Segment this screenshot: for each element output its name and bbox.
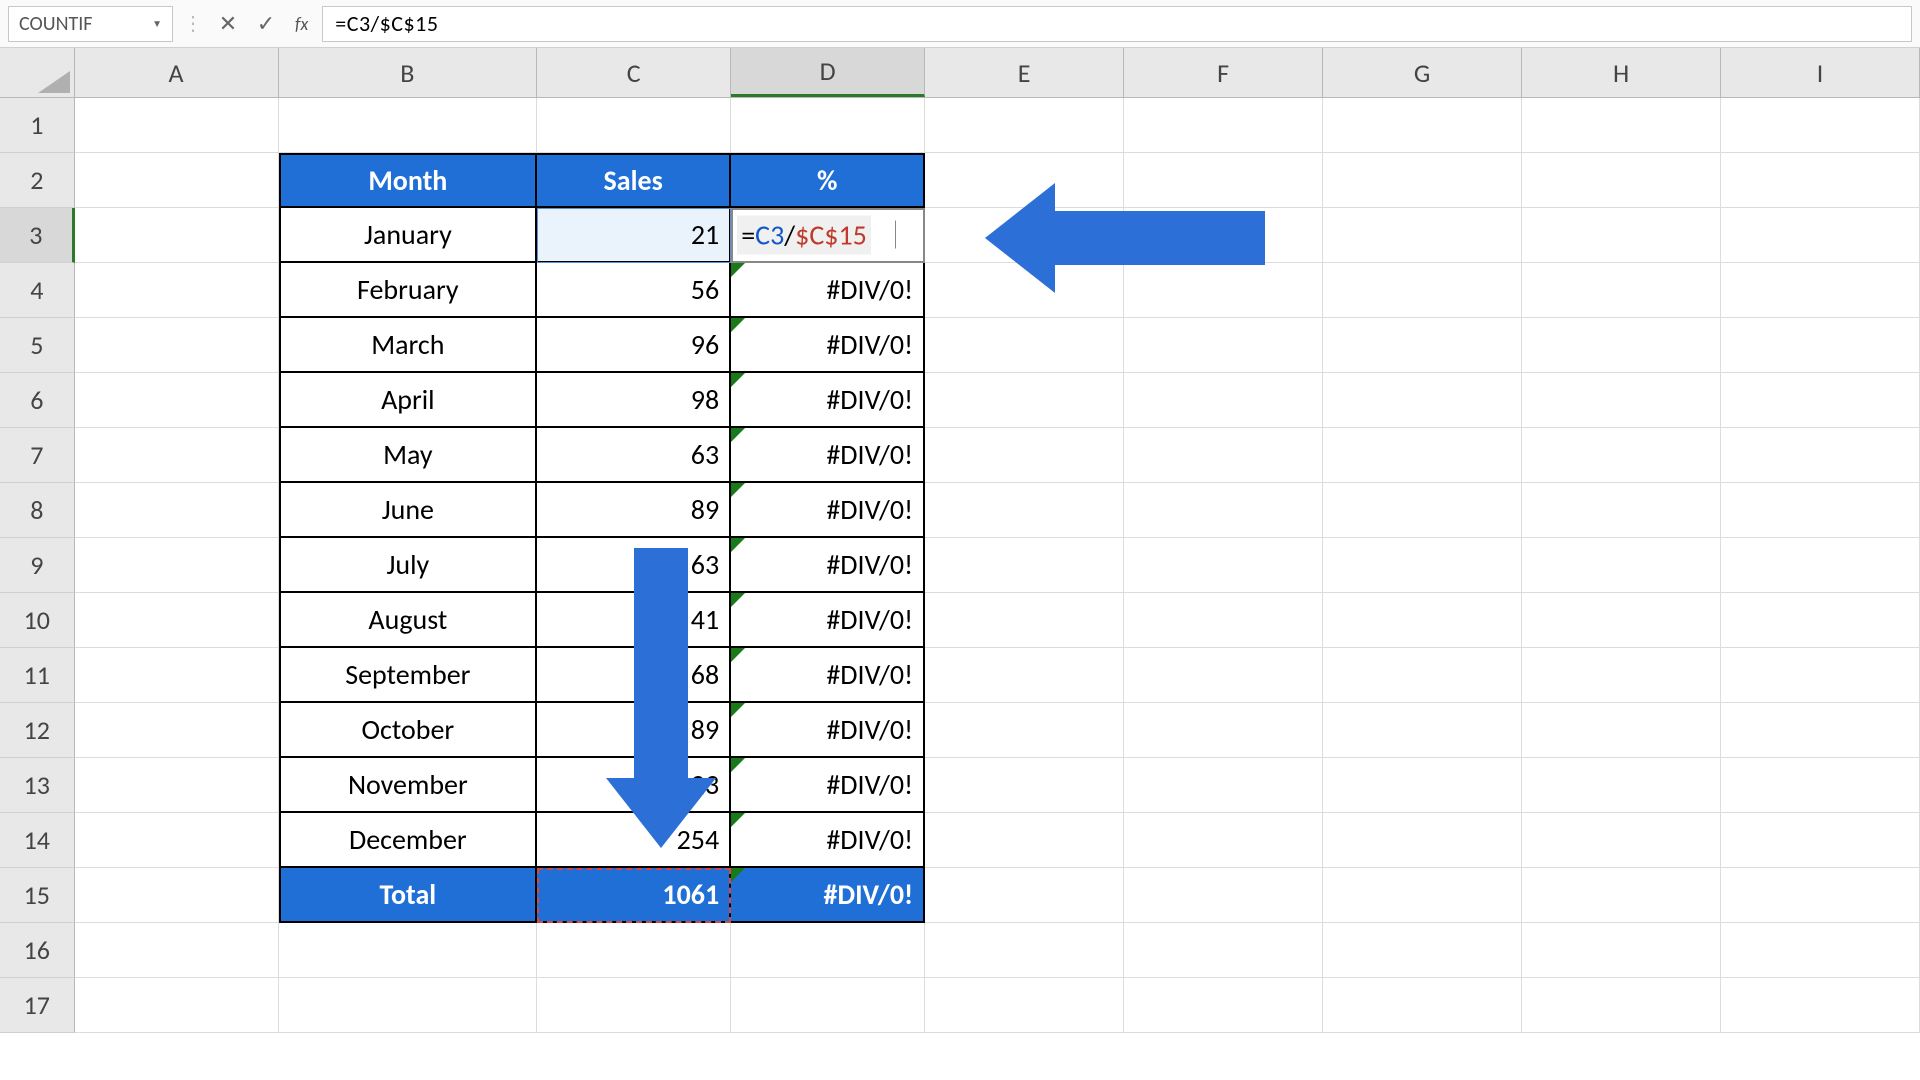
cell-B15-total[interactable]: Total <box>279 868 538 923</box>
formula-bar: COUNTIF ▼ ⋮ ✕ ✓ fx =C3/$C$15 <box>0 0 1920 48</box>
cell-A1[interactable] <box>75 98 279 153</box>
col-header-A[interactable]: A <box>75 48 279 97</box>
cell-C7[interactable]: 63 <box>537 428 731 483</box>
cell-D6[interactable]: #DIV/0! <box>731 373 925 428</box>
cell-C8[interactable]: 89 <box>537 483 731 538</box>
formula-text: =C3/$C$15 <box>335 10 438 37</box>
cell-H2[interactable] <box>1522 153 1721 208</box>
row-header-16[interactable]: 16 <box>0 923 75 978</box>
cell-B3[interactable]: January <box>279 208 538 263</box>
cell-B10[interactable]: August <box>279 593 538 648</box>
row-header-8[interactable]: 8 <box>0 483 75 538</box>
row-header-2[interactable]: 2 <box>0 153 75 208</box>
cell-A4[interactable] <box>75 263 279 318</box>
select-all-corner[interactable] <box>0 48 75 97</box>
cell-B8[interactable]: June <box>279 483 538 538</box>
cell-D8[interactable]: #DIV/0! <box>731 483 925 538</box>
cell-A2[interactable] <box>75 153 279 208</box>
cell-B11[interactable]: September <box>279 648 538 703</box>
cell-D13[interactable]: #DIV/0! <box>731 758 925 813</box>
cell-D7[interactable]: #DIV/0! <box>731 428 925 483</box>
cell-I2[interactable] <box>1721 153 1920 208</box>
row-header-10[interactable]: 10 <box>0 593 75 648</box>
table-header-sales[interactable]: Sales <box>537 153 731 208</box>
column-headers: A B C D E F G H I <box>0 48 1920 98</box>
cell-B13[interactable]: November <box>279 758 538 813</box>
cell-E1[interactable] <box>925 98 1124 153</box>
row-header-6[interactable]: 6 <box>0 373 75 428</box>
cell-B14[interactable]: December <box>279 813 538 868</box>
spreadsheet-grid: A B C D E F G H I 1 2 Month Sales % <box>0 48 1920 1080</box>
cell-C5[interactable]: 96 <box>537 318 731 373</box>
cancel-button[interactable]: ✕ <box>213 9 243 39</box>
row-header-17[interactable]: 17 <box>0 978 75 1033</box>
col-header-E[interactable]: E <box>925 48 1124 97</box>
row-header-11[interactable]: 11 <box>0 648 75 703</box>
grid-rows: 1 2 Month Sales % 3 Ja <box>0 98 1920 1080</box>
cell-I1[interactable] <box>1721 98 1920 153</box>
col-header-B[interactable]: B <box>279 48 538 97</box>
cell-B6[interactable]: April <box>279 373 538 428</box>
cell-C3[interactable]: 21 <box>537 208 731 263</box>
cell-D14[interactable]: #DIV/0! <box>731 813 925 868</box>
name-box-value: COUNTIF <box>19 12 92 36</box>
row-header-12[interactable]: 12 <box>0 703 75 758</box>
cell-B7[interactable]: May <box>279 428 538 483</box>
table-header-pct[interactable]: % <box>731 153 925 208</box>
cell-D1[interactable] <box>731 98 925 153</box>
row-header-3[interactable]: 3 <box>0 208 75 263</box>
separator: ⋮ <box>181 11 205 36</box>
name-box-dropdown-icon[interactable]: ▼ <box>152 17 162 30</box>
cell-D9[interactable]: #DIV/0! <box>731 538 925 593</box>
cell-D5[interactable]: #DIV/0! <box>731 318 925 373</box>
enter-button[interactable]: ✓ <box>251 9 281 39</box>
col-header-F[interactable]: F <box>1124 48 1323 97</box>
cell-D4[interactable]: #DIV/0! <box>731 263 925 318</box>
row-header-14[interactable]: 14 <box>0 813 75 868</box>
cell-D3[interactable]: =C3/$C$15 <box>731 208 925 263</box>
cell-B4[interactable]: February <box>279 263 538 318</box>
col-header-I[interactable]: I <box>1721 48 1920 97</box>
row-header-4[interactable]: 4 <box>0 263 75 318</box>
cell-C6[interactable]: 98 <box>537 373 731 428</box>
col-header-G[interactable]: G <box>1323 48 1522 97</box>
row-header-15[interactable]: 15 <box>0 868 75 923</box>
cell-C1[interactable] <box>537 98 731 153</box>
cell-F1[interactable] <box>1124 98 1323 153</box>
cell-D15-total[interactable]: #DIV/0! <box>731 868 925 923</box>
cell-B5[interactable]: March <box>279 318 538 373</box>
cell-I3[interactable] <box>1721 208 1920 263</box>
cell-G1[interactable] <box>1323 98 1522 153</box>
row-header-13[interactable]: 13 <box>0 758 75 813</box>
cell-B12[interactable]: October <box>279 703 538 758</box>
cell-G3[interactable] <box>1323 208 1522 263</box>
cell-B9[interactable]: July <box>279 538 538 593</box>
row-header-5[interactable]: 5 <box>0 318 75 373</box>
table-header-month[interactable]: Month <box>279 153 538 208</box>
cell-C4[interactable]: 56 <box>537 263 731 318</box>
cell-H1[interactable] <box>1522 98 1721 153</box>
fx-icon[interactable]: fx <box>289 13 314 35</box>
cell-A3[interactable] <box>75 208 279 263</box>
cell-formula-overlay: =C3/$C$15 <box>737 215 871 254</box>
cell-F2[interactable] <box>1124 153 1323 208</box>
row-header-9[interactable]: 9 <box>0 538 75 593</box>
row-header-7[interactable]: 7 <box>0 428 75 483</box>
cell-D10[interactable]: #DIV/0! <box>731 593 925 648</box>
col-header-D[interactable]: D <box>731 48 925 97</box>
formula-input[interactable]: =C3/$C$15 <box>322 6 1912 42</box>
cell-D12[interactable]: #DIV/0! <box>731 703 925 758</box>
cell-C15-total[interactable]: 1061 <box>537 868 731 923</box>
cell-D11[interactable]: #DIV/0! <box>731 648 925 703</box>
row-header-1[interactable]: 1 <box>0 98 75 153</box>
cell-G2[interactable] <box>1323 153 1522 208</box>
cell-B1[interactable] <box>279 98 538 153</box>
col-header-H[interactable]: H <box>1522 48 1721 97</box>
col-header-C[interactable]: C <box>537 48 731 97</box>
text-cursor <box>895 221 896 249</box>
cell-H3[interactable] <box>1522 208 1721 263</box>
name-box[interactable]: COUNTIF ▼ <box>8 6 173 42</box>
